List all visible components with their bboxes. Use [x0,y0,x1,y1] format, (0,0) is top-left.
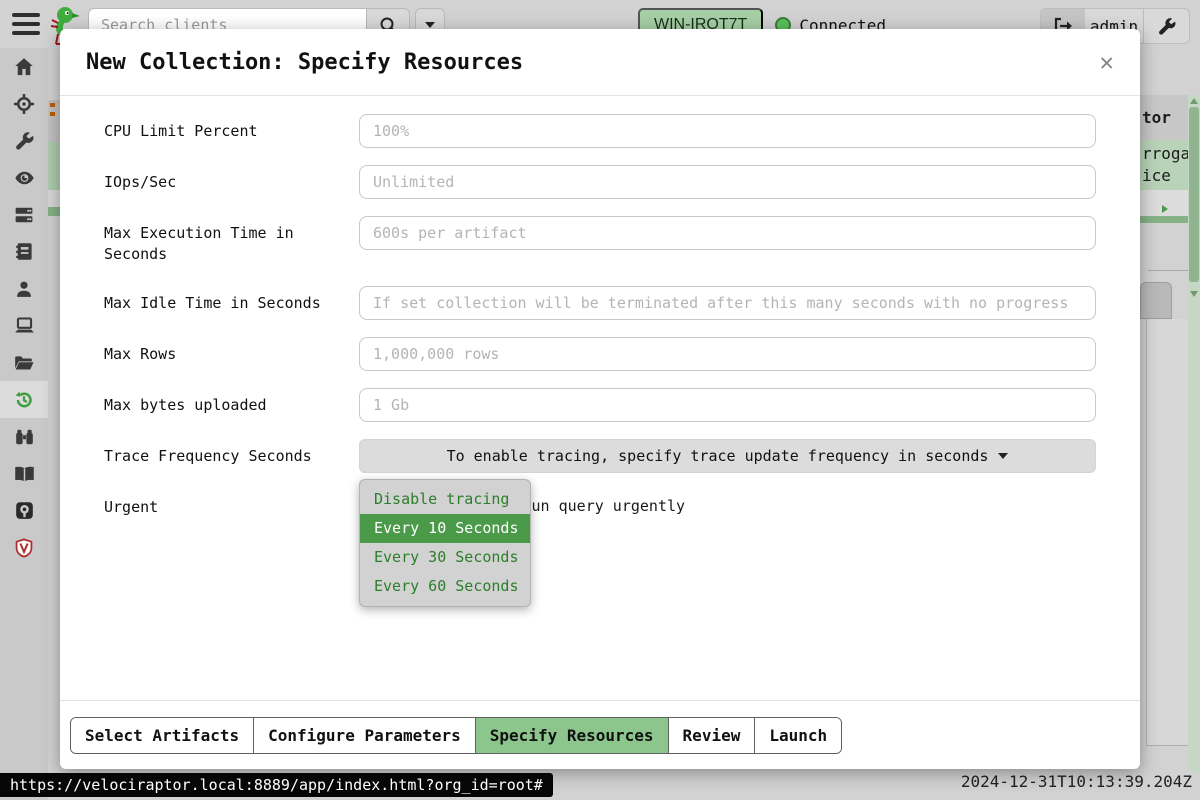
form-row-max-idle-time: Max Idle Time in Seconds [104,286,1096,320]
close-icon[interactable]: ✕ [1100,50,1114,74]
history-icon [14,390,34,410]
cpu-limit-input[interactable] [359,114,1096,148]
address-book-icon [15,242,33,261]
step-review[interactable]: Review [668,718,755,753]
field-label: CPU Limit Percent [104,114,359,142]
bg-dot [50,103,55,107]
scroll-up-icon[interactable] [1190,98,1198,104]
sidebar-item-notebooks[interactable] [0,233,48,270]
max-bytes-input[interactable] [359,388,1096,422]
step-select-artifacts[interactable]: Select Artifacts [71,718,253,753]
bg-play-icon [1162,205,1168,213]
step-configure-parameters[interactable]: Configure Parameters [253,718,475,753]
field-label: Trace Frequency Seconds [104,439,359,467]
wizard-steps: Select Artifacts Configure Parameters Sp… [70,717,842,754]
form-row-iops: IOps/Sec [104,165,1096,199]
form-row-max-rows: Max Rows [104,337,1096,371]
bg-header-fragment: tor [1142,107,1171,128]
bg-dot [50,112,55,116]
max-execution-time-input[interactable] [359,216,1096,250]
bg-divider-left [48,207,60,216]
settings-button[interactable] [1143,9,1189,43]
new-collection-modal: New Collection: Specify Resources ✕ CPU … [60,29,1140,769]
user-icon [15,280,33,298]
sidebar-item-vfs[interactable] [0,307,48,344]
page-scrollbar[interactable] [1188,95,1200,772]
crosshairs-icon [14,94,34,114]
bg-table-header-left [48,100,60,142]
sidebar-item-host-info[interactable] [0,270,48,307]
sidebar-item-home[interactable] [0,48,48,85]
browser-status-url: https://velociraptor.local:8889/app/inde… [0,773,553,797]
sidebar-item-velociraptor[interactable] [0,529,48,566]
form-row-cpu-limit: CPU Limit Percent [104,114,1096,148]
sidebar-item-server-artifacts[interactable] [0,196,48,233]
sidebar-nav [0,48,48,800]
form-row-max-execution-time: Max Execution Time in Seconds [104,216,1096,265]
bg-header-line-right [1148,270,1188,271]
eye-icon [14,170,35,186]
wrench-icon [15,131,34,150]
step-launch[interactable]: Launch [754,718,841,753]
bg-panel-right [1146,319,1188,746]
form-row-trace-frequency: Trace Frequency Seconds To enable tracin… [104,439,1096,473]
menu-item-every-60-seconds[interactable]: Every 60 Seconds [360,572,530,601]
sidebar-item-server-events[interactable] [0,159,48,196]
scroll-down-icon[interactable] [1190,291,1198,297]
sidebar-item-artifacts[interactable] [0,122,48,159]
field-label: Urgent [104,490,359,518]
step-specify-resources[interactable]: Specify Resources [475,718,668,753]
home-icon [14,57,34,77]
server-icon [14,206,34,224]
menu-item-disable-tracing[interactable]: Disable tracing [360,485,530,514]
menu-item-every-10-seconds[interactable]: Every 10 Seconds [360,514,530,543]
server-timestamp: 2024-12-31T10:13:39.204Z [961,772,1192,791]
max-idle-time-input[interactable] [359,286,1096,320]
badge-icon [15,501,34,520]
wizard-footer: Select Artifacts Configure Parameters Sp… [60,700,1140,769]
sidebar-item-docs[interactable] [0,455,48,492]
bg-toolbar-right [1140,190,1188,216]
modal-header: New Collection: Specify Resources ✕ [60,29,1140,96]
bg-table-header-right: tor [1140,95,1188,140]
sidebar-item-client-events[interactable] [0,418,48,455]
wrench-icon [1158,17,1176,35]
bg-row-fragment: ice [1142,165,1171,186]
scrollbar-thumb[interactable] [1189,107,1199,282]
chevron-down-icon [998,453,1008,459]
trace-frequency-menu: Disable tracing Every 10 Seconds Every 3… [359,479,531,607]
bg-toolbar-left [48,190,60,207]
form-row-urgent: Urgent Skip queues and run query urgentl… [104,490,1096,518]
bg-selected-row-right: rrogat ice [1140,140,1188,190]
laptop-icon [14,317,35,334]
menu-item-every-30-seconds[interactable]: Every 30 Seconds [360,543,530,572]
field-label: Max Idle Time in Seconds [104,286,359,314]
sidebar-item-collected[interactable] [0,344,48,381]
iops-input[interactable] [359,165,1096,199]
sidebar-item-community[interactable] [0,492,48,529]
bg-selected-row-left [48,142,60,190]
bg-divider-right [1140,216,1188,223]
chevron-down-icon [425,22,435,28]
sidebar-item-hunts[interactable] [0,85,48,122]
field-label: Max Execution Time in Seconds [104,216,359,265]
sidebar-item-flows-history[interactable] [0,381,48,418]
shield-icon [15,538,33,558]
folder-open-icon [14,354,34,371]
trace-dropdown-label: To enable tracing, specify trace update … [447,447,989,465]
menu-toggle-icon[interactable] [12,13,40,35]
book-open-icon [14,465,35,483]
form-row-max-bytes: Max bytes uploaded [104,388,1096,422]
field-label: IOps/Sec [104,165,359,193]
resources-form: CPU Limit Percent IOps/Sec Max Execution… [60,96,1140,700]
max-rows-input[interactable] [359,337,1096,371]
bg-tab-right [1140,282,1172,319]
binoculars-icon [15,428,34,446]
field-label: Max Rows [104,337,359,365]
field-label: Max bytes uploaded [104,388,359,416]
trace-frequency-dropdown[interactable]: To enable tracing, specify trace update … [359,439,1096,473]
modal-title: New Collection: Specify Resources [86,50,1100,75]
